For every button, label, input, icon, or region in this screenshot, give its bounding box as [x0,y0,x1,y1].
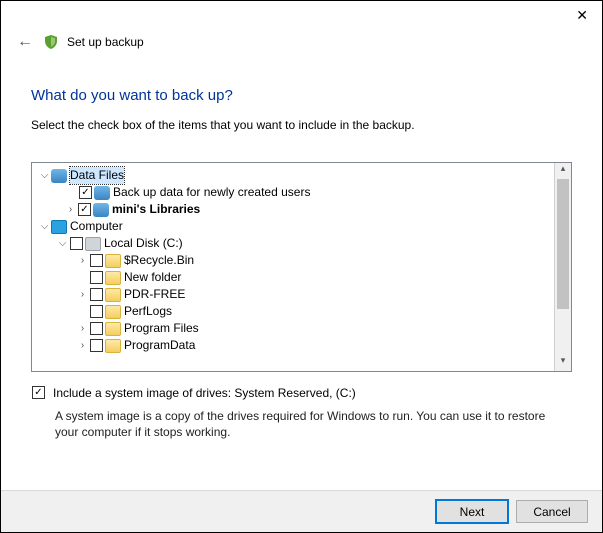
tree-label: PerfLogs [124,303,172,320]
backup-shield-icon [43,34,59,50]
tree-node-folder[interactable]: New folder [36,269,571,286]
backup-items-tree: ⌵ Data Files Back up data for newly crea… [31,162,572,372]
users-icon [94,186,110,200]
instruction-text: Select the check box of the items that y… [31,118,572,132]
tree-node-folder[interactable]: › ProgramData [36,337,571,354]
scroll-up-icon[interactable]: ▴ [555,163,571,179]
tree-label: Data Files [70,167,124,184]
cancel-button[interactable]: Cancel [516,500,588,523]
expand-icon[interactable]: › [76,320,89,337]
folder-icon [105,254,121,268]
scrollbar-thumb[interactable] [557,179,569,309]
next-button[interactable]: Next [436,500,508,523]
collapse-icon[interactable]: ⌵ [38,218,51,235]
checkbox[interactable] [90,339,103,352]
wizard-header: ← Set up backup [1,29,602,53]
tree-label: PDR-FREE [124,286,185,303]
expand-icon[interactable]: › [76,337,89,354]
tree-node-folder[interactable]: › $Recycle.Bin [36,252,571,269]
checkbox[interactable] [90,271,103,284]
tree-node-mini-libraries[interactable]: › mini's Libraries [36,201,571,218]
expand-icon[interactable]: › [76,252,89,269]
tree-label: ProgramData [124,337,195,354]
content-area: What do you want to back up? Select the … [1,53,602,440]
tree-node-data-files[interactable]: ⌵ Data Files [36,167,571,184]
title-bar: ✕ [1,1,602,29]
tree-label: Computer [70,218,123,235]
system-image-option[interactable]: Include a system image of drives: System… [31,386,572,400]
checkbox[interactable] [78,203,91,216]
drive-icon [85,237,101,251]
tree-label: mini's Libraries [112,201,200,218]
users-icon [51,169,67,183]
wizard-title: Set up backup [67,35,144,49]
tree-node-local-disk[interactable]: ⌵ Local Disk (C:) [36,235,571,252]
back-arrow-icon[interactable]: ← [15,33,35,51]
collapse-icon[interactable]: ⌵ [38,167,51,184]
close-icon[interactable]: ✕ [568,4,596,26]
wizard-footer: Next Cancel [1,490,602,532]
expand-icon[interactable]: › [64,201,77,218]
system-image-description: A system image is a copy of the drives r… [55,408,568,440]
tree-label: Program Files [124,320,199,337]
tree-label: Local Disk (C:) [104,235,183,252]
tree-scrollbar[interactable]: ▴ ▾ [554,163,571,371]
scroll-down-icon[interactable]: ▾ [555,355,571,371]
users-icon [93,203,109,217]
checkbox[interactable] [90,322,103,335]
folder-icon [105,339,121,353]
collapse-icon[interactable]: ⌵ [56,235,69,252]
checkbox[interactable] [90,254,103,267]
checkbox[interactable] [79,186,92,199]
tree-node-folder[interactable]: › PDR-FREE [36,286,571,303]
checkbox[interactable] [90,288,103,301]
computer-icon [51,220,67,234]
checkbox[interactable] [90,305,103,318]
tree-node-computer[interactable]: ⌵ Computer [36,218,571,235]
tree-node-folder[interactable]: › Program Files [36,320,571,337]
expand-icon[interactable]: › [76,286,89,303]
tree-node-folder[interactable]: PerfLogs [36,303,571,320]
tree-node-backup-new-users[interactable]: Back up data for newly created users [36,184,571,201]
checkbox[interactable] [70,237,83,250]
page-heading: What do you want to back up? [31,87,572,104]
folder-icon [105,322,121,336]
tree-label: New folder [124,269,181,286]
tree-label: Back up data for newly created users [113,184,310,201]
tree-label: $Recycle.Bin [124,252,194,269]
folder-icon [105,271,121,285]
folder-icon [105,288,121,302]
system-image-label: Include a system image of drives: System… [53,386,356,400]
system-image-checkbox[interactable] [32,386,45,399]
folder-icon [105,305,121,319]
